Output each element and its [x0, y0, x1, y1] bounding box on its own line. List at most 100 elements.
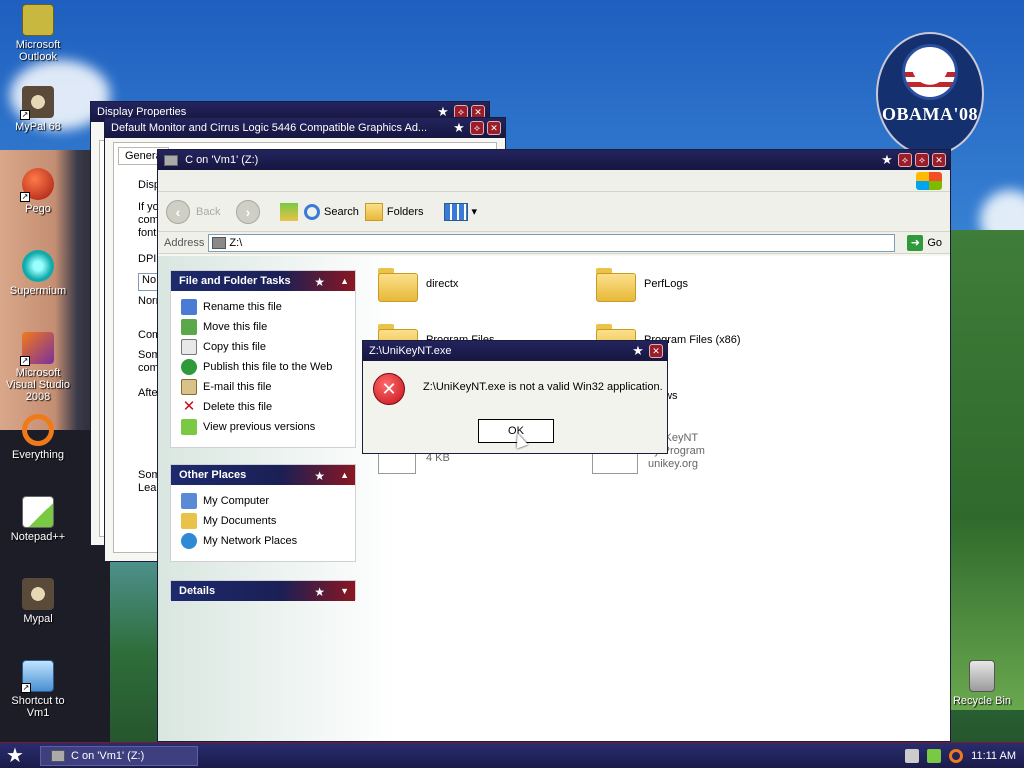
drive-icon: [51, 750, 65, 762]
forward-button[interactable]: ›: [236, 199, 260, 224]
close-button[interactable]: ✕: [932, 153, 946, 167]
visual-studio-icon: ↗: [20, 332, 54, 366]
everything-tray-icon[interactable]: [949, 749, 964, 763]
expand-icon[interactable]: ▼: [340, 581, 349, 601]
place-my-computer[interactable]: My Computer: [181, 491, 355, 511]
desktop-icon-mypal[interactable]: Mypal: [0, 578, 76, 625]
task-previous-versions[interactable]: View previous versions: [181, 417, 355, 437]
task-delete[interactable]: ✕ Delete this file: [181, 397, 355, 417]
pego-icon: ↗: [20, 168, 54, 202]
place-my-documents[interactable]: My Documents: [181, 511, 355, 531]
fragment: com: [138, 214, 159, 226]
title-bar[interactable]: C on 'Vm1' (Z:) ★ ⟡ ⟡ ✕: [158, 150, 950, 170]
title-bar[interactable]: Z:\UniKeyNT.exe ★ ✕: [363, 341, 667, 361]
close-button[interactable]: ✕: [649, 344, 663, 358]
desktop-icon-everything[interactable]: Everything: [0, 414, 76, 461]
window-title: C on 'Vm1' (Z:): [185, 154, 259, 166]
minimize-button[interactable]: ⟡: [898, 153, 912, 167]
supermium-icon: [22, 250, 54, 282]
panel-title: File and Folder Tasks: [179, 275, 291, 287]
desktop-icon-visual-studio[interactable]: ↗ Microsoft Visual Studio 2008: [0, 332, 76, 403]
file-item[interactable]: PerfLogs: [596, 268, 688, 302]
panel-header[interactable]: Details ★ ▼: [171, 581, 355, 601]
task-rename[interactable]: Rename this file: [181, 297, 355, 317]
folders-icon: [364, 202, 383, 221]
file-item[interactable]: directx: [378, 268, 458, 302]
panel-header[interactable]: File and Folder Tasks ★ ▲: [171, 271, 355, 291]
task-copy[interactable]: Copy this file: [181, 337, 355, 357]
collapse-icon[interactable]: ▲: [340, 465, 349, 485]
desktop-icon-label: Mypal: [23, 613, 53, 625]
task-publish[interactable]: Publish this file to the Web: [181, 357, 355, 377]
collapse-icon[interactable]: ▲: [340, 271, 349, 291]
place-network[interactable]: My Network Places: [181, 531, 355, 551]
panel-title: Details: [179, 585, 216, 597]
desktop-icon-supermium[interactable]: Supermium: [0, 250, 76, 297]
go-button[interactable]: ➜ Go: [899, 234, 950, 251]
desktop-icon-label: Microsoft Outlook: [15, 39, 61, 63]
title-bar[interactable]: Default Monitor and Cirrus Logic 5446 Co…: [105, 118, 505, 138]
explorer-content: File and Folder Tasks ★ ▲ Rename this fi…: [158, 256, 950, 741]
window-title: Default Monitor and Cirrus Logic 5446 Co…: [111, 122, 428, 134]
previous-versions-icon: [181, 419, 197, 435]
folder-icon: [378, 268, 418, 302]
maximize-button[interactable]: ⟡: [915, 153, 929, 167]
go-arrow-icon: ➜: [907, 234, 924, 251]
drive-icon: [212, 236, 227, 249]
chevron-down-icon: ▾: [471, 206, 478, 218]
address-bar: Address Z:\ ➜ Go: [158, 232, 950, 254]
fragment: Lea: [138, 482, 157, 494]
address-input[interactable]: Z:\: [208, 233, 896, 252]
clock[interactable]: 11:11 AM: [971, 750, 1016, 762]
up-button[interactable]: [280, 202, 298, 221]
desktop-icon-notepadpp[interactable]: Notepad++: [0, 496, 76, 543]
raccoon-icon: [22, 578, 54, 610]
rename-icon: [181, 299, 197, 315]
start-button[interactable]: ★: [6, 745, 24, 767]
task-label: Copy this file: [203, 341, 266, 353]
desktop-icon-label: Notepad++: [10, 531, 66, 543]
desktop-icon-vm1[interactable]: ↗ Shortcut to Vm1: [0, 660, 76, 719]
taskbar-button-explorer[interactable]: C on 'Vm1' (Z:): [40, 746, 198, 766]
search-label: Search: [324, 205, 359, 218]
keyboard-icon[interactable]: [905, 749, 920, 763]
desktop-icon-label: MyPal 68: [15, 121, 61, 133]
dialog-title: Z:\UniKeyNT.exe: [369, 345, 452, 357]
desktop-icon-outlook[interactable]: Microsoft Outlook: [0, 4, 76, 63]
close-button[interactable]: ✕: [487, 121, 501, 135]
folders-button[interactable]: Folders: [364, 202, 424, 221]
panel-title: Other Places: [179, 469, 247, 481]
place-label: My Computer: [203, 495, 270, 507]
task-move[interactable]: Move this file: [181, 317, 355, 337]
desktop-icon-label: Recycle Bin: [952, 695, 1012, 707]
fragment: Afte: [138, 387, 158, 399]
fragment: If yo: [138, 201, 159, 213]
desktop-icon-recycle-bin[interactable]: Recycle Bin: [944, 660, 1020, 707]
network-icon[interactable]: [927, 749, 942, 763]
search-button[interactable]: Search: [304, 203, 359, 220]
fragment: DPI: [138, 253, 157, 265]
maximize-button[interactable]: ⟡: [470, 121, 484, 135]
task-label: Delete this file: [203, 401, 273, 413]
system-tray: 11:11 AM: [905, 743, 1024, 768]
views-button[interactable]: ▾: [443, 202, 478, 221]
desktop-icon-label: Microsoft Visual Studio 2008: [5, 367, 70, 403]
search-icon: [304, 203, 320, 220]
error-dialog[interactable]: Z:\UniKeyNT.exe ★ ✕ ✕ Z:\UniKeyNT.exe is…: [362, 340, 668, 454]
drive-icon: [164, 154, 178, 166]
task-email[interactable]: E-mail this file: [181, 377, 355, 397]
desktop-icon-mypal68[interactable]: ↗ MyPal 68: [0, 86, 76, 133]
star-icon: ★: [632, 343, 644, 358]
desktop-icon-label: Pego: [25, 203, 51, 215]
desktop-icon-pego[interactable]: ↗ Pego: [0, 168, 76, 215]
panel-header[interactable]: Other Places ★ ▲: [171, 465, 355, 485]
toolbar: ‹ Back › Search Folders ▾: [158, 192, 950, 232]
back-label: Back: [196, 205, 221, 218]
file-folder-tasks-panel: File and Folder Tasks ★ ▲ Rename this fi…: [170, 270, 356, 448]
my-computer-icon: [181, 493, 197, 509]
campaign-logo: OBAMA'08: [876, 32, 984, 156]
star-icon: ★: [453, 120, 465, 135]
star-icon: ★: [314, 275, 325, 289]
back-button[interactable]: ‹: [166, 199, 190, 224]
recycle-bin-icon: [969, 660, 995, 692]
